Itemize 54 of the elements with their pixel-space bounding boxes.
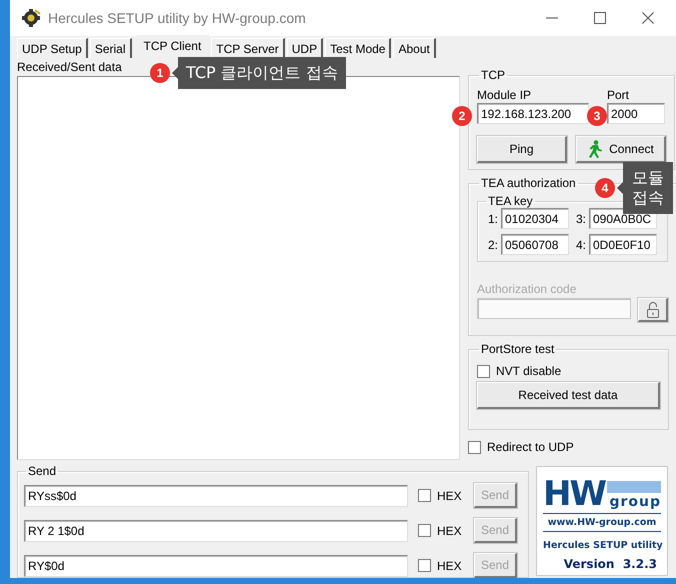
website-text: www.HW-group.com <box>543 513 661 532</box>
checkbox-label: NVT disable <box>496 364 562 378</box>
maximize-icon <box>594 12 606 24</box>
received-test-data-button[interactable]: Received test data <box>477 382 660 409</box>
ip-field[interactable]: 192.168.123.200 <box>477 103 589 124</box>
group-title: TCP <box>480 68 506 82</box>
key-label: 2: <box>488 238 498 252</box>
callout-tooltip: 모듈 접속 <box>617 162 673 214</box>
field-label: Authorization code <box>477 282 578 296</box>
step-badge: 4 <box>595 178 615 198</box>
checkbox[interactable] <box>477 364 490 378</box>
tab[interactable]: TCP Server <box>211 38 285 58</box>
port-field[interactable]: 2000 <box>607 103 665 124</box>
group-title: TEA key <box>487 194 534 208</box>
unlock-button[interactable] <box>638 298 668 322</box>
version-text: Version 3.2.3 <box>562 557 658 571</box>
field-label: Module IP <box>477 87 532 102</box>
key-field[interactable]: 0D0E0F10 <box>589 234 657 255</box>
key-label: 1: <box>488 212 498 226</box>
key-field[interactable]: 090A0B0C <box>589 208 657 229</box>
walking-person-icon <box>587 140 604 158</box>
padlock-icon <box>646 300 660 318</box>
callout-tooltip: TCP 클라이언트 접속 <box>172 57 346 89</box>
checkbox-label: Redirect to UDP <box>487 440 574 454</box>
logo-bar <box>606 481 661 493</box>
checkbox[interactable] <box>468 440 481 454</box>
tab[interactable]: UDP Setup <box>17 38 88 58</box>
step-badge: 1 <box>150 63 170 83</box>
window-title: Hercules SETUP utility by HW-group.com <box>48 10 307 26</box>
checkbox-label: HEX <box>437 524 462 538</box>
logo-text: group <box>608 495 661 509</box>
checkbox-label: HEX <box>437 558 462 572</box>
close-icon <box>642 12 654 24</box>
panel-label: Received/Sent data <box>17 60 122 74</box>
key-field[interactable]: 05060708 <box>501 234 569 255</box>
tab[interactable]: Serial <box>90 38 132 58</box>
group-title: TEA authorization <box>480 176 577 190</box>
tab[interactable]: About <box>393 38 436 58</box>
key-label: 3: <box>576 212 586 226</box>
product-name: Hercules SETUP utility <box>543 540 661 551</box>
field-label: Port <box>607 87 630 102</box>
gear-icon <box>20 8 42 28</box>
checkbox-label: HEX <box>437 488 462 502</box>
ping-button[interactable]: Ping <box>477 136 567 163</box>
key-field[interactable]: 01020304 <box>501 208 569 229</box>
connect-button[interactable]: Connect <box>576 136 666 163</box>
minimize-icon <box>546 17 558 19</box>
tab[interactable]: UDP <box>286 38 324 58</box>
key-label: 4: <box>576 238 586 252</box>
tab[interactable]: Test Mode <box>325 38 392 58</box>
group-title: Send <box>27 464 58 478</box>
step-badge: 3 <box>587 106 607 126</box>
group-title: PortStore test <box>480 342 556 356</box>
logo-text: HW <box>543 479 605 509</box>
